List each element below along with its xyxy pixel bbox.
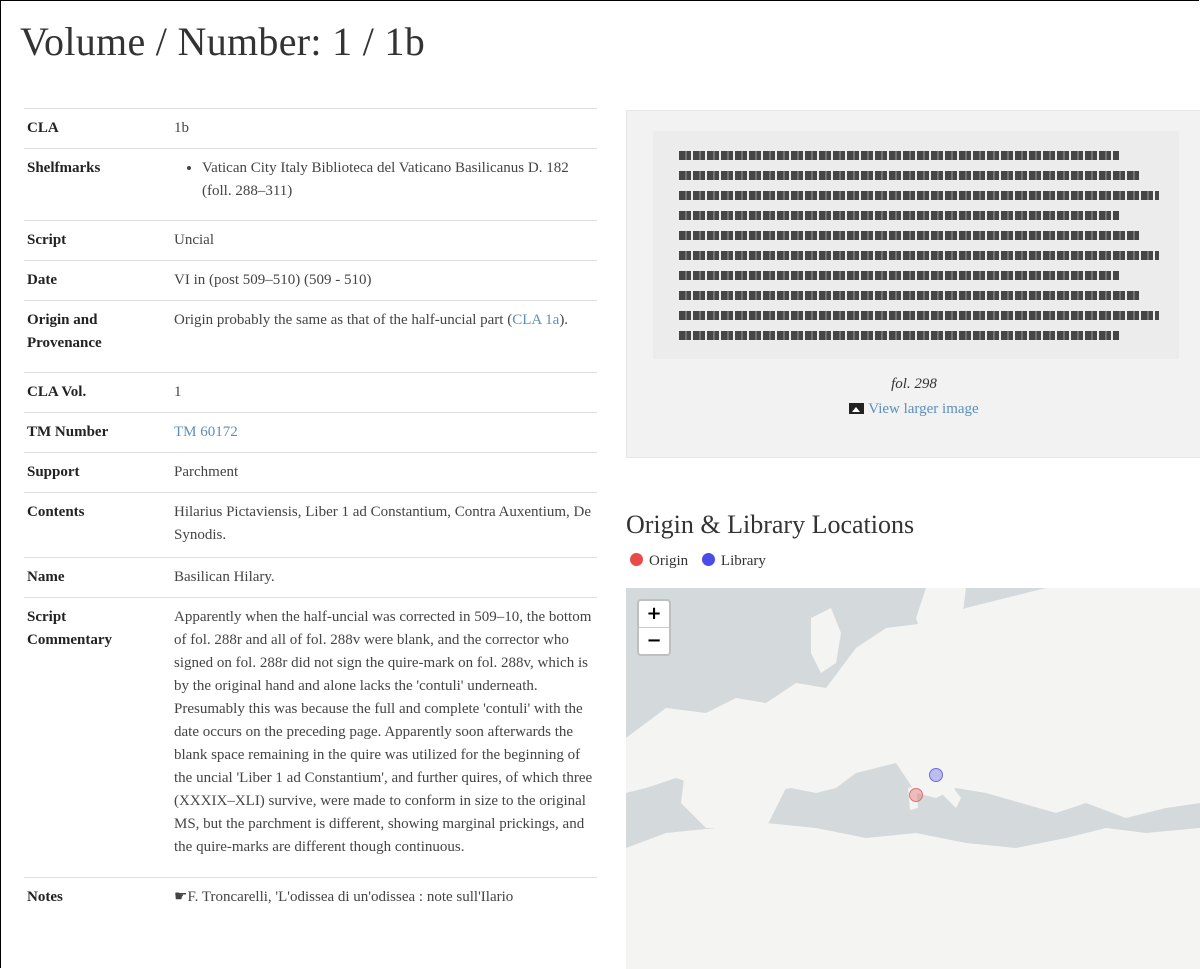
script-label: Script <box>27 232 67 248</box>
support-label: Support <box>27 464 80 480</box>
name-label: Name <box>27 569 65 585</box>
contents-value: Hilarius Pictaviensis, Liber 1 ad Consta… <box>174 504 592 543</box>
origin-label: Origin and Provenance <box>24 301 171 373</box>
shelfmarks-label: Shelfmarks <box>27 160 101 176</box>
manuscript-text-line <box>679 291 1139 300</box>
view-larger-link[interactable]: View larger image <box>868 401 978 417</box>
tm-label: TM Number <box>27 424 109 440</box>
origin-marker[interactable] <box>909 788 923 802</box>
shelfmarks-value: Vatican City Italy Biblioteca del Vatica… <box>171 149 597 221</box>
zoom-control: + − <box>637 599 671 656</box>
library-legend-label: Library <box>720 553 766 569</box>
commentary-label-line2: Commentary <box>27 632 112 648</box>
zoom-out-button[interactable]: − <box>639 627 669 654</box>
zoom-in-button[interactable]: + <box>639 601 669 627</box>
origin-legend-dot <box>630 553 643 566</box>
manuscript-text-line <box>679 271 1119 280</box>
manuscript-text-line <box>679 251 1159 260</box>
manuscript-image-panel: fol. 298 View larger image <box>626 110 1200 458</box>
shelfmarks-list: Vatican City Italy Biblioteca del Vatica… <box>174 157 593 203</box>
metadata-panel: CLA 1b Shelfmarks Vatican City Italy Bib… <box>24 108 597 917</box>
table-row: CLA 1b <box>24 108 597 149</box>
clavol-label: CLA Vol. <box>27 384 87 400</box>
library-legend-dot <box>701 553 715 566</box>
tm-value: TM 60172 <box>171 413 597 453</box>
iberia-landmass <box>681 758 786 828</box>
table-row: Notes ☛F. Troncarelli, 'L'odissea di un'… <box>24 877 597 918</box>
manuscript-text-line <box>679 331 1119 340</box>
manuscript-text-line <box>679 191 1159 200</box>
table-row: Name Basilican Hilary. <box>24 557 597 598</box>
table-row: Script Uncial <box>24 220 597 261</box>
table-row: CLA Vol. 1 <box>24 372 597 413</box>
date-value: VI in (post 509–510) (509 - 510) <box>174 272 372 288</box>
picture-icon <box>849 403 865 414</box>
africa-landmass <box>626 823 1200 969</box>
origin-legend-label: Origin <box>649 553 689 569</box>
table-row: Support Parchment <box>24 452 597 493</box>
cla-label: CLA <box>27 120 59 136</box>
map-legend: Origin Library <box>630 553 766 570</box>
uk-landmass <box>811 608 841 673</box>
origin-tail: ). <box>559 312 569 328</box>
origin-value: Origin probably the same as that of the … <box>171 301 597 373</box>
metadata-table: CLA 1b Shelfmarks Vatican City Italy Bib… <box>24 108 597 917</box>
support-value: Parchment <box>174 464 239 480</box>
manuscript-text-line <box>679 231 1139 240</box>
name-value: Basilican Hilary. <box>174 569 275 585</box>
script-value: Uncial <box>174 232 214 248</box>
manuscript-text-line <box>679 151 1119 160</box>
table-row: Date VI in (post 509–510) (509 - 510) <box>24 260 597 301</box>
table-row: Origin and Provenance Origin probably the… <box>24 300 597 373</box>
table-row: Contents Hilarius Pictaviensis, Liber 1 … <box>24 492 597 558</box>
origin-text: Origin probably the same as that of the … <box>174 312 513 328</box>
clavol-value: 1 <box>174 384 182 400</box>
map-title: Origin & Library Locations <box>626 510 915 539</box>
date-label: Date <box>27 272 57 288</box>
manuscript-text-line <box>679 211 1119 220</box>
manuscript-text-line <box>679 311 1159 320</box>
commentary-label: Script Commentary <box>24 598 171 878</box>
cla-1a-link[interactable]: CLA 1a <box>512 312 559 328</box>
page-title: Volume / Number: 1 / 1b <box>20 19 426 64</box>
shelfmark-item: Vatican City Italy Biblioteca del Vatica… <box>202 157 593 203</box>
cla-value: 1b <box>174 120 189 136</box>
contents-label: Contents <box>27 504 85 520</box>
image-caption: fol. 298 <box>891 376 937 392</box>
notes-label: Notes <box>27 889 63 905</box>
table-row: Shelfmarks Vatican City Italy Biblioteca… <box>24 148 597 221</box>
notes-value: ☛F. Troncarelli, 'L'odissea di un'odisse… <box>174 889 514 905</box>
map-svg <box>626 588 1200 969</box>
view-larger-row: View larger image <box>627 401 1200 418</box>
manuscript-image[interactable] <box>653 131 1179 359</box>
library-marker[interactable] <box>929 768 943 782</box>
origin-label-line2: Provenance <box>27 335 102 351</box>
table-row: TM Number TM 60172 <box>24 412 597 453</box>
location-map[interactable]: + − <box>626 588 1200 969</box>
commentary-label-line1: Script <box>27 609 67 625</box>
commentary-value: Apparently when the half-uncial was corr… <box>174 609 593 855</box>
manuscript-text-line <box>679 171 1139 180</box>
origin-label-line1: Origin and <box>27 312 98 328</box>
tm-link[interactable]: TM 60172 <box>174 424 238 440</box>
table-row: Script Commentary Apparently when the hal… <box>24 597 597 878</box>
